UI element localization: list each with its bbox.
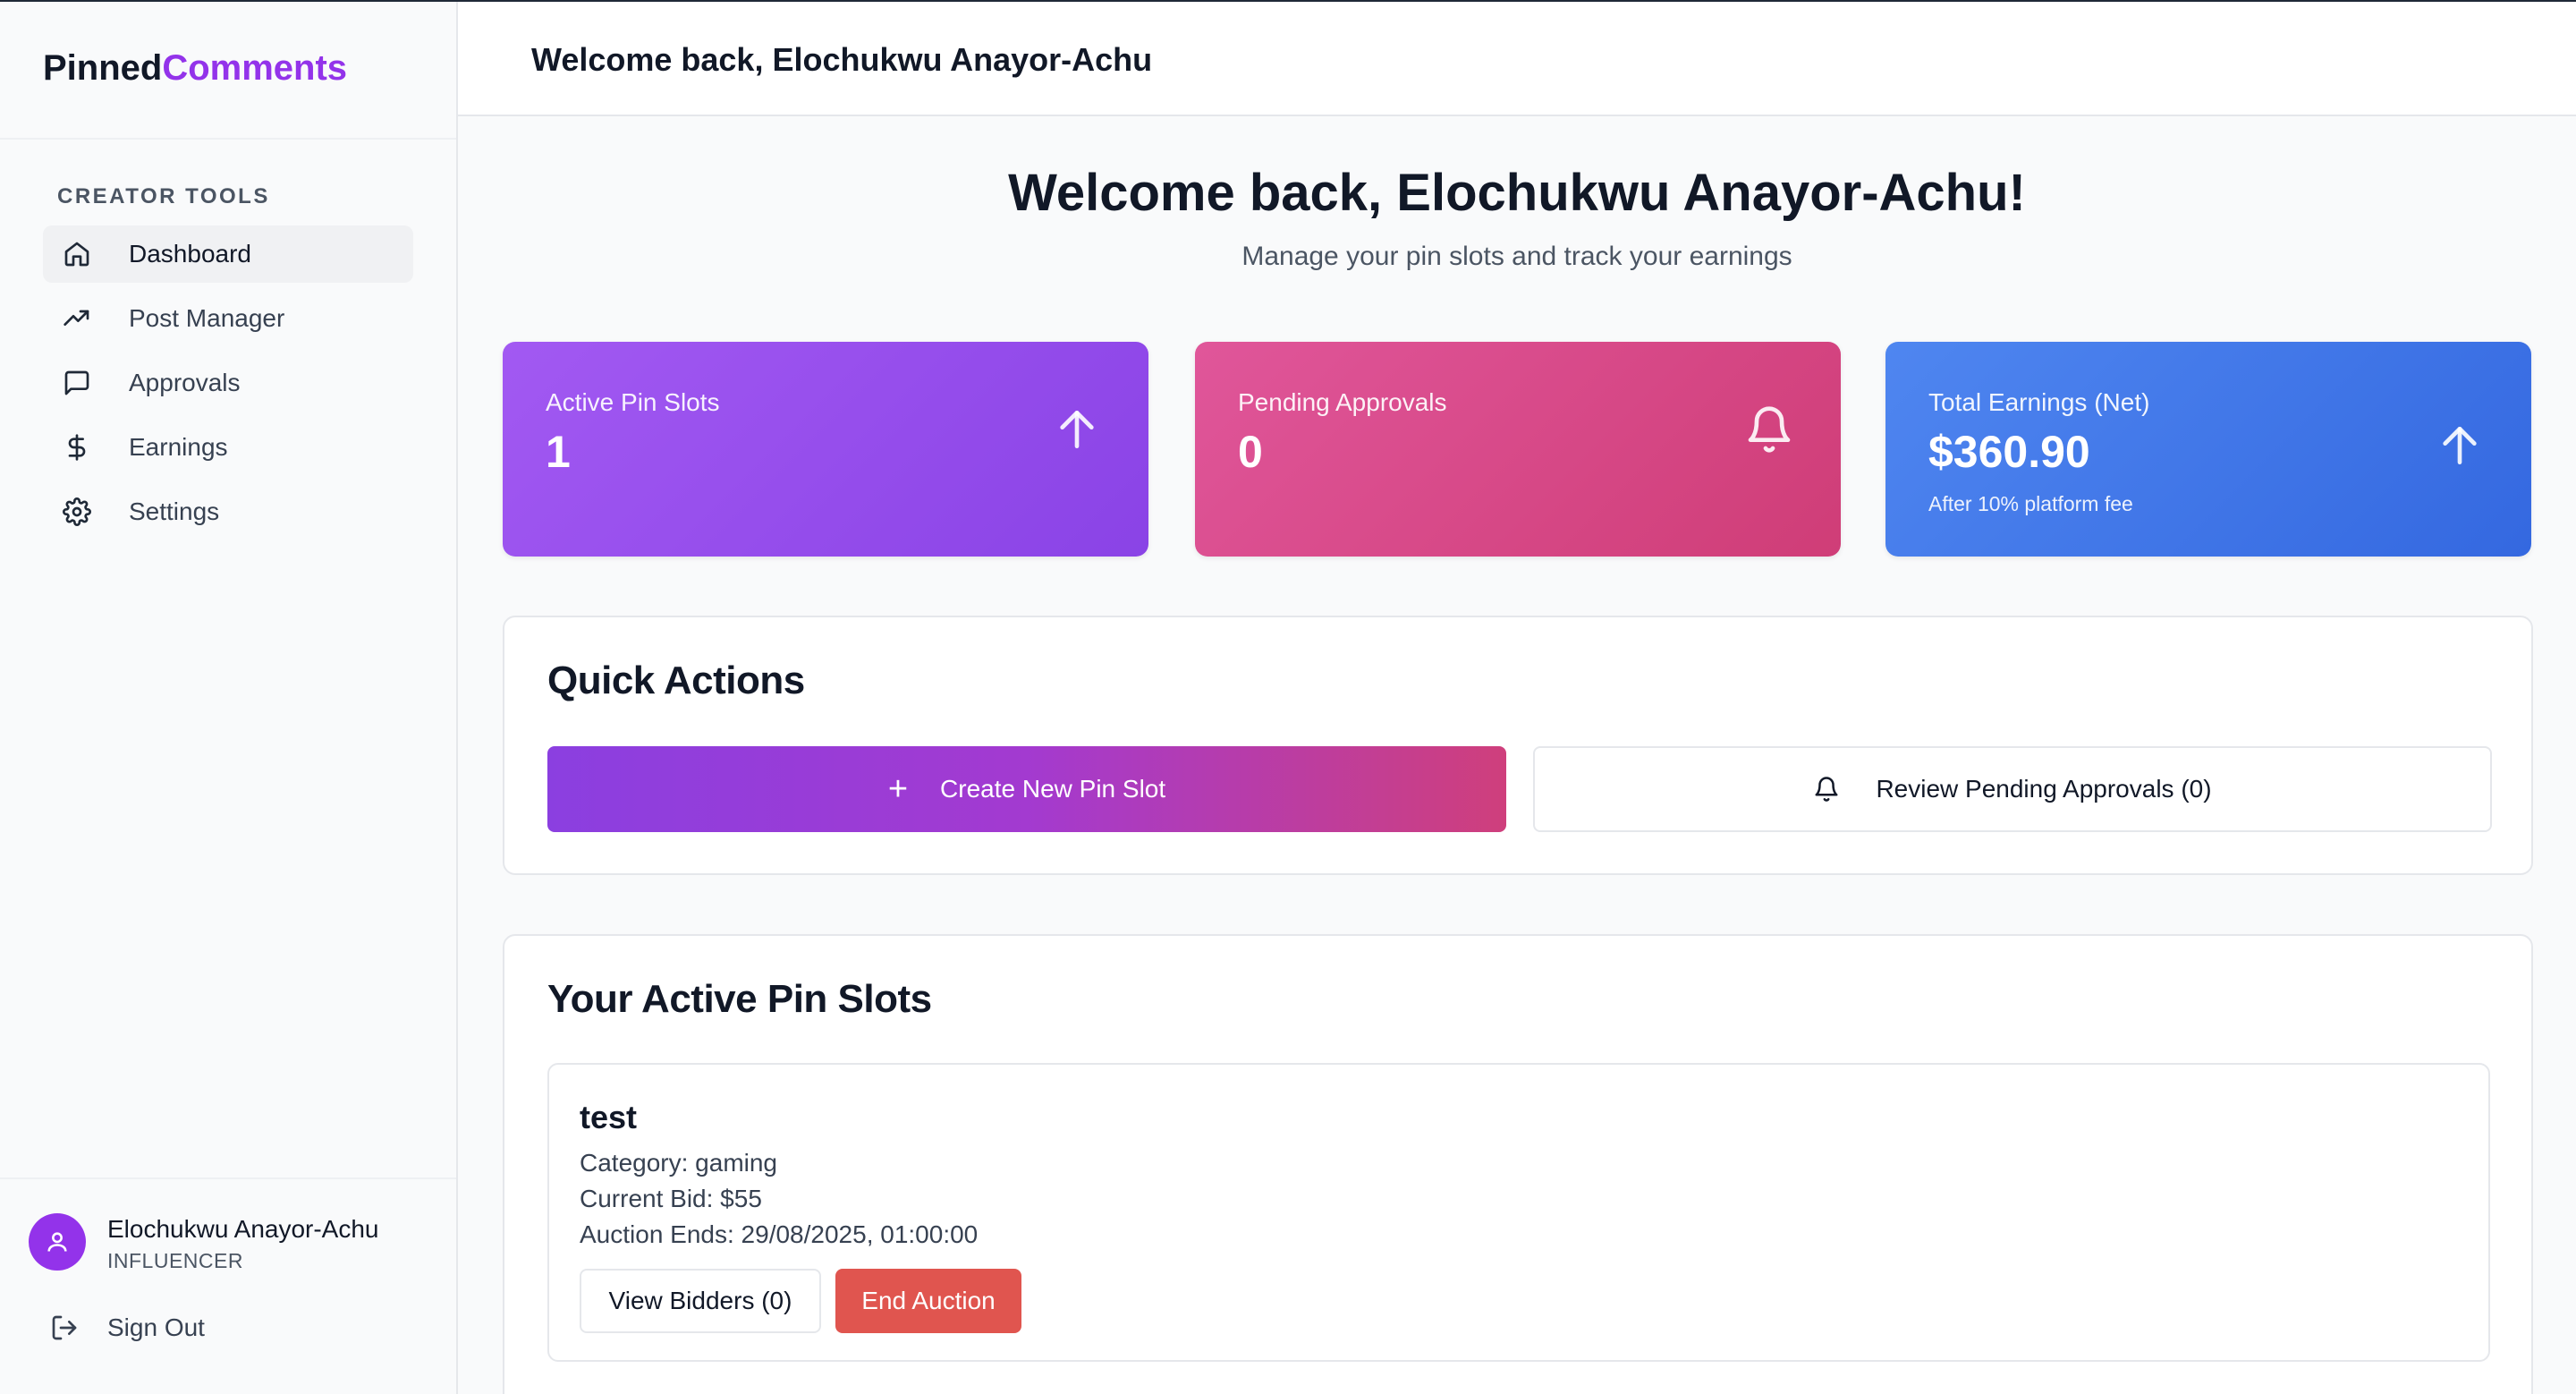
end-auction-button[interactable]: End Auction <box>835 1269 1021 1333</box>
home-icon <box>63 240 91 268</box>
sidebar: PinnedComments CREATOR TOOLS Dashboard P… <box>0 2 458 1394</box>
review-approvals-button[interactable]: Review Pending Approvals (0) <box>1533 746 2492 832</box>
sidebar-item-dashboard[interactable]: Dashboard <box>43 225 413 283</box>
sign-out-label: Sign Out <box>107 1313 205 1341</box>
trending-up-icon <box>63 304 91 333</box>
pin-slot-name: test <box>580 1099 638 1135</box>
pin-slot-auction-ends: Auction Ends: 29/08/2025, 01:00:00 <box>580 1220 979 1248</box>
review-approvals-label: Review Pending Approvals (0) <box>1876 775 2212 803</box>
quick-actions-title: Quick Actions <box>547 659 805 702</box>
sidebar-item-label: Settings <box>129 497 220 525</box>
dollar-icon <box>63 433 91 462</box>
bell-icon <box>1815 777 1838 802</box>
sidebar-item-post-manager[interactable]: Post Manager <box>43 290 413 347</box>
log-out-icon <box>52 1315 77 1340</box>
stat-value: 0 <box>1238 427 1263 477</box>
active-pin-slots-title: Your Active Pin Slots <box>547 977 932 1021</box>
pin-slot-category: Category: gaming <box>580 1149 778 1177</box>
user-name: Elochukwu Anayor-Achu <box>107 1215 379 1243</box>
stat-label: Total Earnings (Net) <box>1928 388 2150 416</box>
stat-card-pending-approvals: Pending Approvals 0 <box>1195 342 1841 557</box>
sidebar-section-label: CREATOR TOOLS <box>57 184 270 208</box>
stat-label: Active Pin Slots <box>546 388 720 416</box>
stat-card-active-pin-slots: Active Pin Slots 1 <box>503 342 1148 557</box>
user-role: INFLUENCER <box>107 1249 243 1272</box>
welcome-heading: Welcome back, Elochukwu Anayor-Achu! <box>1008 164 2026 222</box>
avatar[interactable] <box>29 1213 86 1271</box>
pin-slot-item: test Category: gaming Current Bid: $55 A… <box>547 1063 2490 1362</box>
message-square-icon <box>63 369 91 397</box>
arrow-up-icon <box>2435 421 2485 471</box>
pin-slot-current-bid: Current Bid: $55 <box>580 1185 762 1212</box>
create-pin-slot-button[interactable]: + Create New Pin Slot <box>547 746 1506 832</box>
welcome-subtitle: Manage your pin slots and track your ear… <box>1241 242 1792 271</box>
main-content: Welcome back, Elochukwu Anayor-Achu! Man… <box>458 116 2576 1394</box>
create-pin-slot-label: Create New Pin Slot <box>940 775 1166 803</box>
stat-card-total-earnings: Total Earnings (Net) $360.90 After 10% p… <box>1885 342 2531 557</box>
sidebar-item-label: Dashboard <box>129 240 251 268</box>
sign-out-button[interactable]: Sign Out <box>50 1313 205 1342</box>
sidebar-item-approvals[interactable]: Approvals <box>43 354 413 412</box>
gear-icon <box>63 497 91 526</box>
sidebar-item-label: Earnings <box>129 433 228 461</box>
sidebar-item-label: Approvals <box>129 369 241 396</box>
stat-value: 1 <box>546 427 571 477</box>
view-bidders-button[interactable]: View Bidders (0) <box>580 1269 821 1333</box>
stat-value: $360.90 <box>1928 427 2090 477</box>
active-pin-slots-card: Your Active Pin Slots test Category: gam… <box>503 934 2533 1394</box>
user-profile: Elochukwu Anayor-Achu INFLUENCER Sign Ou… <box>0 1177 456 1394</box>
stat-label: Pending Approvals <box>1238 388 1447 416</box>
page-title: Welcome back, Elochukwu Anayor-Achu <box>531 41 1153 78</box>
brand-logo-part1: Pinned <box>43 48 163 88</box>
brand-logo[interactable]: PinnedComments <box>0 2 456 140</box>
arrow-up-icon <box>1052 404 1102 455</box>
stat-note: After 10% platform fee <box>1928 492 2133 515</box>
sidebar-item-settings[interactable]: Settings <box>43 483 413 540</box>
quick-actions-card: Quick Actions + Create New Pin Slot Revi… <box>503 616 2533 875</box>
sidebar-nav: Dashboard Post Manager Approvals Earning… <box>43 225 413 548</box>
sidebar-item-label: Post Manager <box>129 304 285 332</box>
bell-icon <box>1744 404 1794 455</box>
sidebar-item-earnings[interactable]: Earnings <box>43 419 413 476</box>
plus-icon: + <box>887 770 909 808</box>
user-icon <box>47 1232 67 1252</box>
top-bar: Welcome back, Elochukwu Anayor-Achu <box>458 2 2576 116</box>
brand-logo-part2: Comments <box>162 48 348 88</box>
